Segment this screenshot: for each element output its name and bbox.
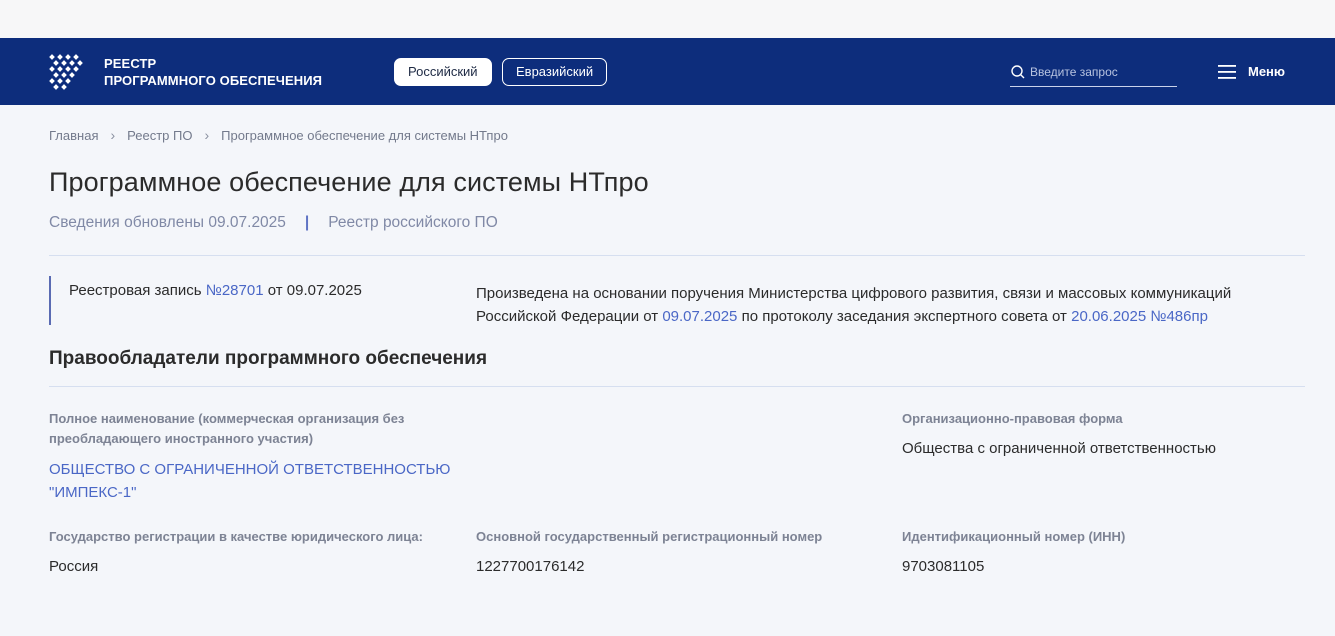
- registry-name: Реестр российского ПО: [328, 214, 498, 231]
- breadcrumb-current: Программное обеспечение для системы НТпр…: [221, 127, 508, 143]
- record-suffix: от 09.07.2025: [263, 282, 362, 299]
- search-box: [1010, 62, 1177, 87]
- breadcrumb: Главная › Реестр ПО › Программное обеспе…: [49, 127, 508, 143]
- chevron-right-icon: ›: [204, 127, 210, 143]
- full-name-label: Полное наименование (коммерческая органи…: [49, 411, 405, 446]
- divider: [49, 386, 1305, 387]
- country-value: Россия: [49, 558, 99, 575]
- logo-text-line2: ПРОГРАММНОГО ОБЕСПЕЧЕНИЯ: [104, 73, 323, 88]
- breadcrumb-registry[interactable]: Реестр ПО: [127, 128, 192, 143]
- page-title: Программное обеспечение для системы НТпр…: [49, 167, 649, 197]
- ogrn-label: Основной государственный регистрационный…: [476, 529, 823, 544]
- basis-text-2: по протоколу заседания экспертного совет…: [737, 308, 1072, 325]
- country-label: Государство регистрации в качестве юриди…: [49, 529, 423, 544]
- meta-divider: |: [304, 214, 310, 231]
- record-text: Реестровая запись №28701 от 09.07.2025: [69, 282, 362, 299]
- tab-russian-registry[interactable]: Российский: [394, 58, 492, 86]
- breadcrumb-home[interactable]: Главная: [49, 128, 98, 143]
- record-number-link[interactable]: №28701: [206, 282, 264, 299]
- search-icon[interactable]: [1011, 65, 1025, 79]
- legal-form-label: Организационно-правовая форма: [902, 411, 1123, 426]
- record-prefix: Реестровая запись: [69, 282, 206, 299]
- record-entry: Реестровая запись №28701 от 09.07.2025: [49, 276, 451, 325]
- search-input[interactable]: [1030, 62, 1175, 82]
- tab-eurasian-registry[interactable]: Евразийский: [502, 58, 608, 86]
- site-header: РЕЕСТР ПРОГРАММНОГО ОБЕСПЕЧЕНИЯ Российск…: [0, 38, 1335, 105]
- top-strip: [0, 0, 1335, 38]
- logo-text-line1: РЕЕСТР: [104, 56, 157, 71]
- inn-label: Идентификационный номер (ИНН): [902, 529, 1126, 544]
- section-title-rightholders: Правообладатели программного обеспечения: [49, 348, 488, 369]
- logo-text[interactable]: РЕЕСТР ПРОГРАММНОГО ОБЕСПЕЧЕНИЯ: [104, 55, 322, 89]
- page-meta: Сведения обновлены 09.07.2025 | Реестр р…: [49, 214, 498, 232]
- updated-date: Сведения обновлены 09.07.2025: [49, 214, 286, 231]
- basis-protocol-link[interactable]: 20.06.2025 №486пр: [1071, 308, 1208, 325]
- full-name-value-link[interactable]: ОБЩЕСТВО С ОГРАНИЧЕННОЙ ОТВЕТСТВЕННОСТЬЮ…: [49, 458, 459, 504]
- menu-label: Меню: [1248, 64, 1286, 79]
- record-basis: Произведена на основании поручения Минис…: [476, 282, 1305, 328]
- divider: [49, 255, 1305, 256]
- basis-date-link[interactable]: 09.07.2025: [662, 308, 737, 325]
- registry-logo-icon[interactable]: [49, 53, 87, 91]
- chevron-right-icon: ›: [110, 127, 116, 143]
- ogrn-value: 1227700176142: [476, 558, 585, 575]
- inn-value: 9703081105: [902, 558, 985, 575]
- hamburger-menu-icon: [1218, 65, 1236, 79]
- legal-form-value: Общества с ограниченной ответственностью: [902, 440, 1216, 457]
